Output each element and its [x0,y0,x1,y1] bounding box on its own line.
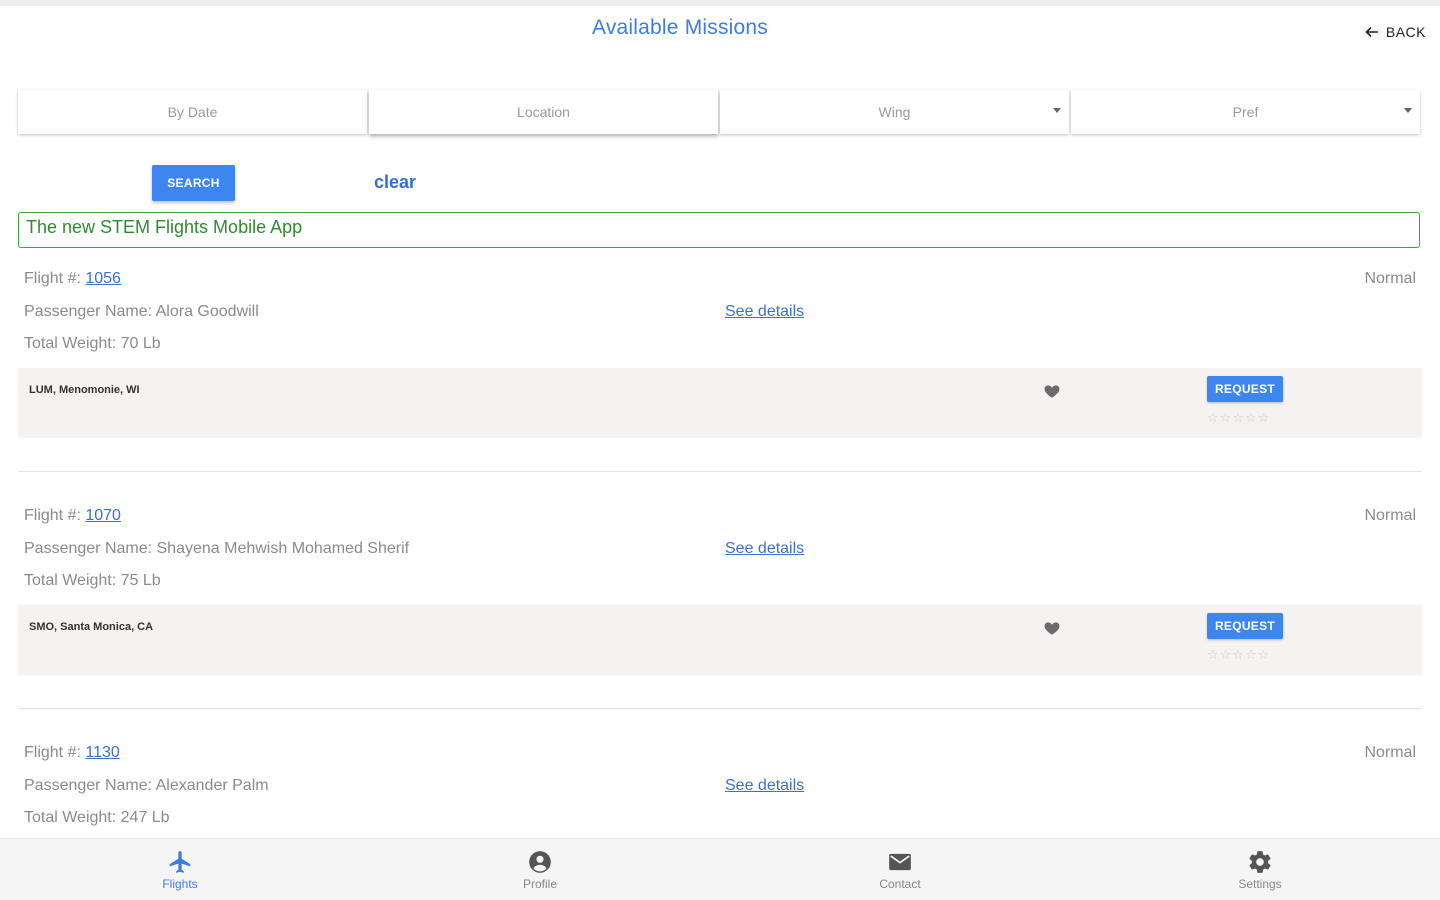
bottom-nav: Flights Profile Contact Settings [0,838,1440,900]
star-rating[interactable]: ☆☆☆☆☆ [1207,647,1270,663]
nav-profile[interactable]: Profile [360,839,720,900]
top-strip [0,0,1440,6]
flight-number-label: Flight #: [24,744,86,761]
announcement-banner: The new STEM Flights Mobile App [18,212,1420,248]
heart-icon[interactable] [1043,619,1061,637]
flight-number-line: Flight #: 1056 [24,270,121,288]
request-button[interactable]: REQUEST [1207,613,1283,639]
caret-down-icon [1404,108,1412,113]
search-button[interactable]: SEARCH [152,165,235,201]
page-title: Available Missions [592,16,768,39]
flight-number-label: Flight #: [24,270,86,287]
gear-icon [1249,850,1271,873]
nav-settings[interactable]: Settings [1080,839,1440,900]
flight-location: LUM, Menomonie, WI [29,384,140,396]
flight-number-label: Flight #: [24,507,86,524]
pref-select-label: Pref [1232,104,1259,120]
back-label: BACK [1385,24,1426,40]
request-button[interactable]: REQUEST [1207,376,1283,402]
see-details-link[interactable]: See details [725,540,804,558]
mail-icon [889,853,911,870]
date-filter[interactable]: By Date [18,90,367,134]
flight-number-line: Flight #: 1070 [24,507,121,525]
flight-status: Normal [1364,744,1416,761]
flight-number-line: Flight #: 1130 [24,744,120,762]
clear-link[interactable]: clear [374,172,416,193]
passenger-name: Passenger Name: Alora Goodwill [24,303,259,320]
nav-contact[interactable]: Contact [720,839,1080,900]
flight-number-link[interactable]: 1130 [85,744,119,761]
flight-route-panel: SMO, Santa Monica, CA REQUEST ☆☆☆☆☆ [18,605,1422,675]
wing-select[interactable]: Wing [720,90,1069,134]
passenger-name: Passenger Name: Shayena Mehwish Mohamed … [24,540,410,557]
filter-bar: By Date Location Wing Pref [18,90,1422,136]
flight-number-link[interactable]: 1070 [85,507,121,524]
divider [18,708,1422,709]
nav-profile-label: Profile [522,876,557,891]
nav-contact-label: Contact [879,876,921,891]
total-weight: Total Weight: 70 Lb [24,335,161,352]
date-filter-label: By Date [167,104,218,120]
flight-status: Normal [1364,270,1416,287]
wing-select-label: Wing [878,104,911,120]
arrow-left-icon [1365,26,1378,38]
heart-icon[interactable] [1043,382,1061,400]
see-details-link[interactable]: See details [725,303,804,321]
flight-location: SMO, Santa Monica, CA [29,621,154,633]
location-filter-label: Location [517,104,570,120]
flight-status: Normal [1364,507,1416,524]
location-filter[interactable]: Location [369,90,718,134]
nav-flights-label: Flights [162,876,198,891]
pref-select[interactable]: Pref [1071,90,1420,134]
nav-flights[interactable]: Flights [0,839,360,900]
total-weight: Total Weight: 247 Lb [24,809,170,826]
star-rating[interactable]: ☆☆☆☆☆ [1207,410,1270,426]
flight-route-panel: LUM, Menomonie, WI REQUEST ☆☆☆☆☆ [18,368,1422,438]
total-weight: Total Weight: 75 Lb [24,572,161,589]
caret-down-icon [1053,108,1061,113]
flight-number-link[interactable]: 1056 [85,270,121,287]
airplane-icon [169,850,191,873]
passenger-name: Passenger Name: Alexander Palm [24,777,269,794]
divider [18,471,1422,472]
back-button[interactable]: BACK [1364,24,1426,40]
account-circle-icon [529,850,551,873]
see-details-link[interactable]: See details [725,777,804,795]
nav-settings-label: Settings [1238,876,1282,891]
